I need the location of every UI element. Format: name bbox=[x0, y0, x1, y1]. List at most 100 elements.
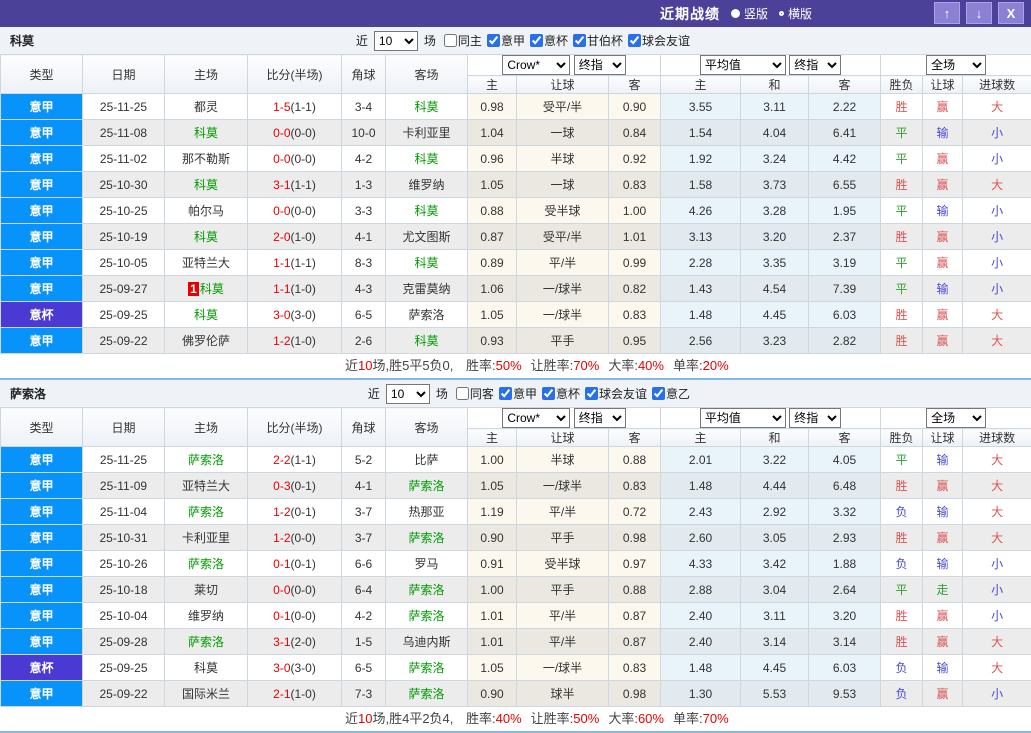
move-down-button[interactable]: ↓ bbox=[966, 2, 992, 24]
date-cell: 25-11-25 bbox=[83, 94, 165, 120]
goals-result-cell: 大 bbox=[963, 655, 1031, 681]
filter-checkbox[interactable] bbox=[585, 387, 598, 400]
average-select[interactable]: 平均值 bbox=[700, 408, 786, 428]
scope-select[interactable]: 全场 bbox=[926, 408, 986, 428]
move-up-button[interactable]: ↑ bbox=[934, 2, 960, 24]
summary-text: 场,胜4平2负4, bbox=[372, 711, 457, 726]
result-cell: 负 bbox=[881, 681, 923, 707]
filter-checkbox-option[interactable]: 意乙 bbox=[647, 385, 690, 402]
handicap-home-odds-cell: 1.05 bbox=[468, 172, 517, 198]
filter-checkbox[interactable] bbox=[499, 387, 512, 400]
bookmaker-time-select[interactable]: 终指 bbox=[574, 55, 626, 75]
date-cell: 25-11-09 bbox=[83, 473, 165, 499]
filter-checkbox-option[interactable]: 意甲 bbox=[482, 32, 525, 49]
handicap-line-cell: 半球 bbox=[517, 447, 609, 473]
avg-draw-odds-cell: 3.04 bbox=[741, 577, 809, 603]
away-team-cell: 尤文图斯 bbox=[386, 224, 468, 250]
avg-away-odds-cell: 2.22 bbox=[809, 94, 881, 120]
goals-result-cell: 大 bbox=[963, 172, 1031, 198]
filter-checkbox-label: 意甲 bbox=[501, 32, 525, 49]
handicap-home-odds-cell: 1.04 bbox=[468, 120, 517, 146]
recent-prefix-label: 近 bbox=[356, 32, 368, 49]
league-filters: 同主 意甲 意杯甘伯杯球会友谊 bbox=[439, 32, 690, 49]
radio-horizontal-layout[interactable]: 横版 bbox=[779, 5, 812, 22]
filter-checkbox[interactable] bbox=[573, 34, 586, 47]
date-cell: 25-10-18 bbox=[83, 577, 165, 603]
date-cell: 25-10-04 bbox=[83, 603, 165, 629]
result-cell: 平 bbox=[881, 250, 923, 276]
filter-checkbox[interactable] bbox=[456, 387, 469, 400]
summary-stat: 让胜率:50% bbox=[531, 711, 600, 726]
filter-checkbox[interactable] bbox=[444, 34, 457, 47]
score-cell: 1-1(1-0) bbox=[248, 276, 342, 302]
handicap-result-cell: 输 bbox=[923, 447, 963, 473]
filter-checkbox[interactable] bbox=[542, 387, 555, 400]
home-team-cell: 佛罗伦萨 bbox=[165, 328, 248, 354]
match-row: 意甲25-10-19科莫2-0(1-0)4-1尤文图斯0.87受平/半1.013… bbox=[1, 224, 1031, 250]
league-type-cell: 意杯 bbox=[1, 302, 83, 328]
scope-select-cell: 全场 bbox=[881, 55, 1031, 76]
bookmaker-select[interactable]: Crow* bbox=[502, 55, 570, 75]
away-team-cell: 萨索洛 bbox=[386, 603, 468, 629]
league-type-cell: 意甲 bbox=[1, 681, 83, 707]
league-type-cell: 意甲 bbox=[1, 172, 83, 198]
avg-home-odds-cell: 2.88 bbox=[661, 577, 741, 603]
goals-result-cell: 大 bbox=[963, 302, 1031, 328]
recent-count-select[interactable]: 10 bbox=[374, 31, 418, 51]
score-cell: 1-2(0-1) bbox=[248, 499, 342, 525]
filter-checkbox[interactable] bbox=[487, 34, 500, 47]
result-cell: 胜 bbox=[881, 629, 923, 655]
avg-draw-odds-cell: 3.35 bbox=[741, 250, 809, 276]
filter-checkbox-option[interactable]: 球会友谊 bbox=[580, 385, 647, 402]
scope-select[interactable]: 全场 bbox=[926, 55, 986, 75]
handicap-line-cell: 平/半 bbox=[517, 603, 609, 629]
handicap-line-cell: 受平/半 bbox=[517, 94, 609, 120]
away-team-cell: 科莫 bbox=[386, 94, 468, 120]
up-arrow-icon: ↑ bbox=[944, 6, 951, 21]
league-type-cell: 意甲 bbox=[1, 250, 83, 276]
match-row: 意甲25-09-271科莫1-1(1-0)4-3克雷莫纳1.06一/球半0.82… bbox=[1, 276, 1031, 302]
average-time-select[interactable]: 终指 bbox=[789, 55, 841, 75]
home-team-cell: 1科莫 bbox=[165, 276, 248, 302]
average-time-select[interactable]: 终指 bbox=[789, 408, 841, 428]
avg-away-odds-cell: 7.39 bbox=[809, 276, 881, 302]
date-cell: 25-10-31 bbox=[83, 525, 165, 551]
goals-result-cell: 大 bbox=[963, 94, 1031, 120]
filter-checkbox-option[interactable]: 甘伯杯 bbox=[568, 32, 623, 49]
avg-home-odds-cell: 1.58 bbox=[661, 172, 741, 198]
match-row: 意甲25-11-08科莫0-0(0-0)10-0卡利亚里1.04一球0.841.… bbox=[1, 120, 1031, 146]
col-handicap-result: 让球 bbox=[923, 429, 963, 447]
results-table: 类型 日期 主场 比分(半场) 角球 客场 Crow* 终指 平均值 终指 全场 bbox=[0, 407, 1031, 707]
filter-checkbox-option[interactable]: 同客 bbox=[451, 385, 494, 402]
avg-draw-odds-cell: 3.11 bbox=[741, 94, 809, 120]
col-corners: 角球 bbox=[342, 55, 386, 94]
avg-home-odds-cell: 3.13 bbox=[661, 224, 741, 250]
goals-result-cell: 小 bbox=[963, 224, 1031, 250]
radio-vertical-layout[interactable]: 竖版 bbox=[731, 5, 768, 22]
avg-draw-odds-cell: 4.45 bbox=[741, 655, 809, 681]
section-bar: 科莫 近 10 场 同主意甲意杯甘伯杯球会友谊 bbox=[0, 27, 1031, 54]
filter-checkbox-option[interactable]: 球会友谊 bbox=[623, 32, 690, 49]
filter-checkbox[interactable] bbox=[530, 34, 543, 47]
filter-checkbox[interactable] bbox=[652, 387, 665, 400]
summary-text: 40% bbox=[638, 358, 664, 373]
match-row: 意甲25-11-25萨索洛2-2(1-1)5-2比萨1.00半球0.882.01… bbox=[1, 447, 1031, 473]
filter-checkbox-option[interactable]: 意甲 bbox=[494, 385, 537, 402]
recent-count-select[interactable]: 10 bbox=[386, 384, 430, 404]
bookmaker-select[interactable]: Crow* bbox=[502, 408, 570, 428]
handicap-home-odds-cell: 0.96 bbox=[468, 146, 517, 172]
handicap-away-odds-cell: 0.88 bbox=[609, 577, 661, 603]
filter-checkbox-option[interactable]: 意杯 bbox=[537, 385, 580, 402]
title-bar: 近期战绩 竖版 横版 ↑ ↓ X bbox=[0, 0, 1031, 27]
league-type-cell: 意甲 bbox=[1, 146, 83, 172]
filter-checkbox-option[interactable]: 同主 bbox=[439, 32, 482, 49]
filter-checkbox[interactable] bbox=[628, 34, 641, 47]
close-button[interactable]: X bbox=[998, 2, 1024, 24]
col-goals-result: 进球数 bbox=[963, 429, 1031, 447]
radio-selected-icon bbox=[731, 9, 740, 18]
bookmaker-time-select[interactable]: 终指 bbox=[574, 408, 626, 428]
average-select[interactable]: 平均值 bbox=[700, 55, 786, 75]
filter-checkbox-label: 意杯 bbox=[544, 32, 568, 49]
filter-checkbox-option[interactable]: 意杯 bbox=[525, 32, 568, 49]
date-cell: 25-11-08 bbox=[83, 120, 165, 146]
